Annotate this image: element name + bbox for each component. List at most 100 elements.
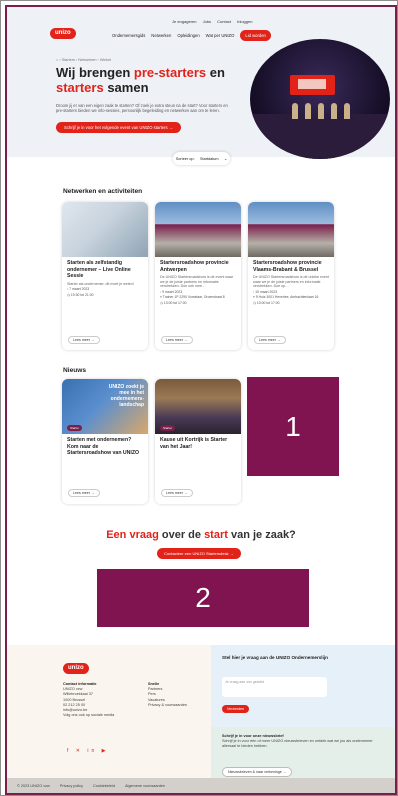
social-icons[interactable]: f ✕ in ▶ <box>67 748 108 754</box>
news-image: Starter <box>155 379 241 434</box>
event-image <box>155 202 241 257</box>
event-title[interactable]: Starten als zelfstandig ondernemer – Liv… <box>62 257 148 280</box>
nav-netwerken[interactable]: Netwerken <box>151 33 171 38</box>
hero-cta-button[interactable]: Schrijf je in voor het volgende event va… <box>56 122 181 133</box>
event-time-text: 13:00 tot 17:00 <box>256 300 280 305</box>
sort-filter[interactable]: Sorteer op: Startdatum ⌄ <box>173 152 230 165</box>
news-card[interactable]: Starter Kause uit Kortrijk is Starter va… <box>155 379 241 504</box>
event-date-text: 15 maart 2023 <box>255 289 278 294</box>
events-section-title: Netwerken en activiteiten <box>63 188 143 195</box>
news-image: UNIZO zoekt je mee in het ondernemers-la… <box>62 379 148 434</box>
newsletter-title: Schrijf je in voor onze nieuwsbrief <box>222 734 284 738</box>
hero-title-part: samen <box>103 80 149 95</box>
footer-link[interactable]: Privacy & voorwaarden <box>148 703 187 707</box>
event-date-text: 7 maart 2023 <box>69 287 90 292</box>
event-card[interactable]: Startersroadshow provincie Antwerpen De … <box>155 202 241 350</box>
lid-worden-button[interactable]: Lid worden <box>240 29 271 41</box>
event-desc: Starter als ondernemer, dit moet je wete… <box>67 281 134 286</box>
event-image <box>62 202 148 257</box>
news-title[interactable]: Starten met ondernemen? Kom naar de Star… <box>62 434 148 457</box>
event-time-text: 19:30 tot 21:00 <box>70 292 94 297</box>
hero-title-part: en <box>206 65 225 80</box>
footer-link[interactable]: Partners <box>148 687 162 691</box>
read-more-button[interactable]: Lees meer → <box>161 336 193 344</box>
stage-floor <box>250 114 390 159</box>
question-input[interactable]: Je vraag aan ons gesteld <box>222 677 327 697</box>
cookie-link[interactable]: Cookiebeleid <box>93 784 115 788</box>
social-label: Volg ons ook op sociale media <box>63 713 115 718</box>
bottom-bar: © 2023 UNIZO vzw Privacy policy Cookiebe… <box>7 778 395 793</box>
hero-section: unizo Je engageren Jobs Contact Inloggen… <box>7 7 395 159</box>
speaker-figure <box>318 103 324 119</box>
hero-title-part: Wij brengen <box>56 65 134 80</box>
read-more-button[interactable]: Lees meer → <box>254 336 286 344</box>
topnav-contact[interactable]: Contact <box>217 19 231 24</box>
contact-title: Contact informatie <box>63 682 97 686</box>
event-time: ◷ 19:30 tot 21:00 <box>62 292 148 298</box>
event-desc: De UNIZO Startersroadshow is dé event wa… <box>160 275 234 289</box>
hero-description: Droom jij er van een eigen zaak te start… <box>56 103 228 114</box>
hero-event-photo <box>250 39 390 159</box>
event-title[interactable]: Startersroadshow provincie Antwerpen <box>155 257 241 273</box>
footer-unizo-logo[interactable]: unizo <box>63 663 89 674</box>
send-question-button[interactable]: Verzenden <box>222 705 250 713</box>
hero-title-highlight: pre-starters <box>133 65 207 80</box>
question-highlight: Een vraag <box>106 529 159 541</box>
contact-line: UNIZO vzw <box>63 687 83 692</box>
sort-label: Sorteer op: <box>175 156 195 161</box>
web-page: unizo Je engageren Jobs Contact Inloggen… <box>5 5 397 795</box>
question-panel-title-text: Stel hier je vraag aan de UNIZO Ondernem… <box>222 655 328 660</box>
question-text: over de <box>158 529 205 541</box>
chevron-down-icon: ⌄ <box>224 157 228 161</box>
news-card[interactable]: UNIZO zoekt je mee in het ondernemers-la… <box>62 379 148 504</box>
unizo-logo[interactable]: unizo <box>50 28 76 39</box>
quick-links-title: Snelle <box>148 682 160 686</box>
footer-contact: Contact informatie UNIZO vzw Willebroekk… <box>63 682 133 718</box>
topnav-login[interactable]: Inloggen <box>237 19 252 24</box>
startersdesk-button[interactable]: Contacteer een UNIZO Startersdesk → <box>157 548 241 559</box>
question-panel-title: Stel hier je vraag aan de UNIZO Ondernem… <box>222 655 342 661</box>
main-nav: Ondernemersgids Netwerken Opleidingen Wa… <box>112 29 277 41</box>
event-desc: De UNIZO Startersroadshow is dé unieke e… <box>253 275 329 289</box>
footer-quick-links: Snelle Partners Pers Vacatures Privacy &… <box>148 682 203 708</box>
event-card[interactable]: Starten als zelfstandig ondernemer – Liv… <box>62 202 148 350</box>
event-image <box>248 202 334 257</box>
event-location-text: 9 Huis 3001 Heverlee, Ambachtenlaan 16 <box>255 295 319 300</box>
hero-title: Wij brengen pre-starters en starters sam… <box>56 65 226 95</box>
phone-link[interactable]: 02 212 25 00 <box>63 703 85 707</box>
news-section-title: Nieuws <box>63 367 87 374</box>
speaker-figure <box>344 103 350 119</box>
event-card[interactable]: Startersroadshow provincie Vlaams-Braban… <box>248 202 334 350</box>
read-more-button[interactable]: Lees meer → <box>68 336 100 344</box>
nav-ondernemersgids[interactable]: Ondernemersgids <box>112 33 145 38</box>
news-tag: Starter <box>160 425 176 431</box>
newsletter-desc: Schrijf je in voor één of meer UNIZO nie… <box>222 739 373 749</box>
topnav-engageren[interactable]: Je engageren <box>172 19 196 24</box>
nav-wat-per-unizo[interactable]: Wat per UNIZO <box>206 33 235 38</box>
speaker-figure <box>292 103 298 119</box>
contact-line[interactable]: Willebroekkaai 37 <box>63 692 93 696</box>
news-tag: Starter <box>67 425 83 431</box>
question-text: van je zaak? <box>227 529 296 541</box>
email-link[interactable]: info@unizo.be <box>63 708 87 712</box>
copyright: © 2023 UNIZO vzw <box>17 783 50 788</box>
privacy-link[interactable]: Privacy policy <box>60 784 83 788</box>
question-highlight: start <box>204 529 228 541</box>
nav-opleidingen[interactable]: Opleidingen <box>177 33 199 38</box>
footer-link[interactable]: Pers <box>148 692 156 696</box>
newsletter-button[interactable]: Nieuwsbrieven & naar verkeninge → <box>222 767 293 777</box>
sort-value[interactable]: Startdatum <box>200 157 219 161</box>
footer-link[interactable]: Vacatures <box>148 698 165 702</box>
question-heading: Een vraag over de start van je zaak? <box>7 529 395 541</box>
event-time: ◷ 13:00 tot 17:00 <box>155 300 241 306</box>
topnav-jobs[interactable]: Jobs <box>203 19 211 24</box>
terms-link[interactable]: Algemene voorwaarden <box>125 784 165 788</box>
read-more-button[interactable]: Lees meer → <box>68 489 100 497</box>
event-title[interactable]: Startersroadshow provincie Vlaams-Braban… <box>248 257 334 273</box>
read-more-button[interactable]: Lees meer → <box>161 489 193 497</box>
newsletter-block: Schrijf je in voor onze nieuwsbrief Schr… <box>222 734 382 750</box>
speaker-figure <box>331 103 337 119</box>
news-title[interactable]: Kause uit Kortrijk is Starter van het Ja… <box>155 434 241 450</box>
breadcrumb[interactable]: ⌂ › Starters › Netwerken › Winkel <box>56 58 111 62</box>
hero-title-highlight: starters <box>56 80 104 95</box>
